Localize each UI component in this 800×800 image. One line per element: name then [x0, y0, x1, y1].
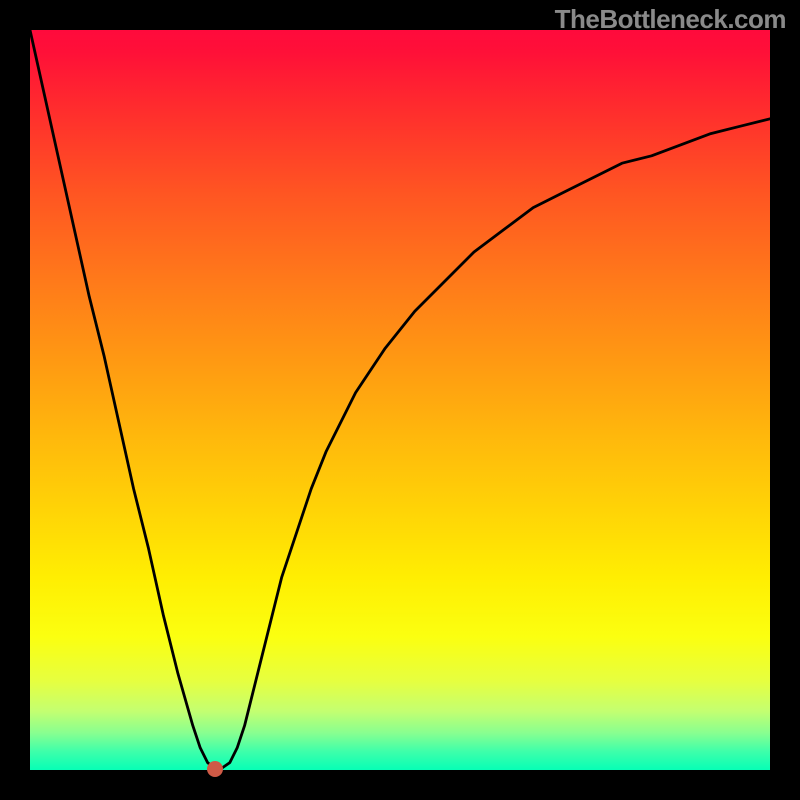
optimal-point-marker-icon	[207, 761, 223, 777]
chart-frame: TheBottleneck.com	[0, 0, 800, 800]
plot-area	[30, 30, 770, 770]
bottleneck-curve	[30, 30, 770, 770]
